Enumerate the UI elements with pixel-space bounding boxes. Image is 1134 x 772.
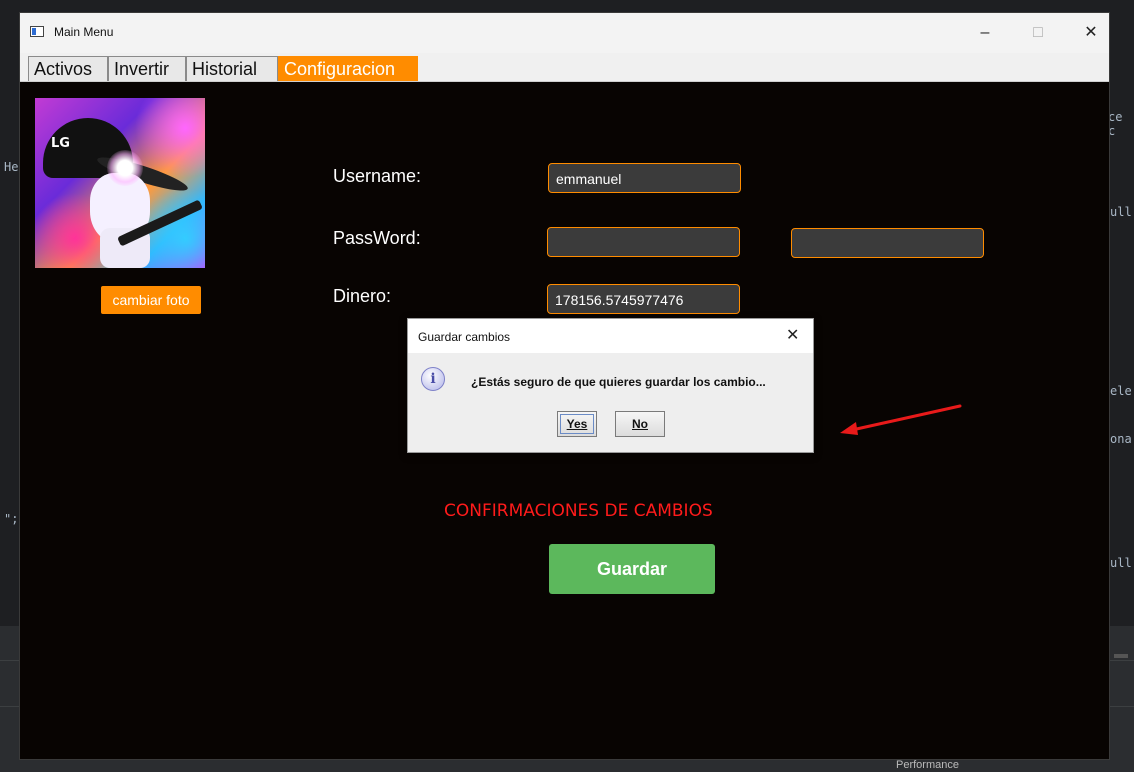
annotation-arrow-icon bbox=[840, 404, 962, 435]
window-title: Main Menu bbox=[54, 25, 114, 39]
no-button[interactable]: No bbox=[615, 411, 665, 437]
password-confirm-field[interactable] bbox=[791, 228, 984, 258]
tab-invertir[interactable]: Invertir bbox=[108, 56, 186, 81]
tab-configuracion[interactable]: Configuracion bbox=[278, 56, 418, 81]
dialog-title: Guardar cambios bbox=[418, 330, 511, 344]
maximize-button[interactable]: □ bbox=[1023, 20, 1053, 46]
username-field[interactable]: emmanuel bbox=[548, 163, 741, 193]
close-button[interactable]: ✕ bbox=[1076, 20, 1106, 46]
ide-code-fragment: "; bbox=[4, 512, 19, 526]
avatar-glow bbox=[107, 150, 143, 186]
tab-historial[interactable]: Historial bbox=[186, 56, 278, 81]
arrow-head bbox=[840, 422, 858, 435]
profile-avatar: LG bbox=[35, 98, 205, 268]
tab-activos[interactable]: Activos bbox=[28, 56, 108, 81]
ide-code-fragment: ull bbox=[1110, 205, 1132, 219]
password-label: PassWord: bbox=[333, 228, 421, 248]
info-icon: i bbox=[421, 367, 445, 391]
ide-code-fragment: ele bbox=[1110, 384, 1132, 398]
ide-code-fragment: He bbox=[4, 160, 19, 174]
username-label: Username: bbox=[333, 166, 422, 186]
yes-button[interactable]: Yes bbox=[557, 411, 597, 437]
password-field[interactable] bbox=[547, 227, 740, 257]
ide-code-fragment: ona bbox=[1110, 432, 1132, 446]
save-button[interactable]: Guardar bbox=[549, 544, 715, 594]
money-field[interactable]: 178156.5745977476 bbox=[547, 284, 740, 314]
money-label: Dinero: bbox=[333, 286, 392, 306]
change-photo-button[interactable]: cambiar foto bbox=[101, 286, 201, 314]
ide-scrollbar[interactable] bbox=[1114, 654, 1128, 658]
app-icon bbox=[30, 26, 44, 37]
minimize-button[interactable]: – bbox=[970, 20, 1000, 46]
ide-code-fragment: ull bbox=[1110, 556, 1132, 570]
dialog-message: ¿Estás seguro de que quieres guardar los… bbox=[471, 375, 766, 389]
avatar-cap-text: LG bbox=[51, 136, 70, 151]
tab-bar: Activos Invertir Historial Configuracion bbox=[20, 53, 1109, 82]
arrow-shaft bbox=[850, 404, 962, 432]
title-bar[interactable]: Main Menu – □ ✕ bbox=[20, 13, 1109, 53]
ide-code-fragment: ce c bbox=[1108, 110, 1123, 138]
ide-top-strip bbox=[395, 0, 1134, 12]
confirm-heading: CONFIRMACIONES DE CAMBIOS bbox=[444, 501, 713, 521]
ide-performance-label[interactable]: Performance bbox=[896, 759, 959, 771]
dialog-close-icon[interactable]: ✕ bbox=[786, 325, 799, 345]
save-changes-dialog: Guardar cambios ✕ i ¿Estás seguro de que… bbox=[407, 318, 814, 453]
dialog-title-bar[interactable]: Guardar cambios ✕ bbox=[408, 319, 813, 353]
